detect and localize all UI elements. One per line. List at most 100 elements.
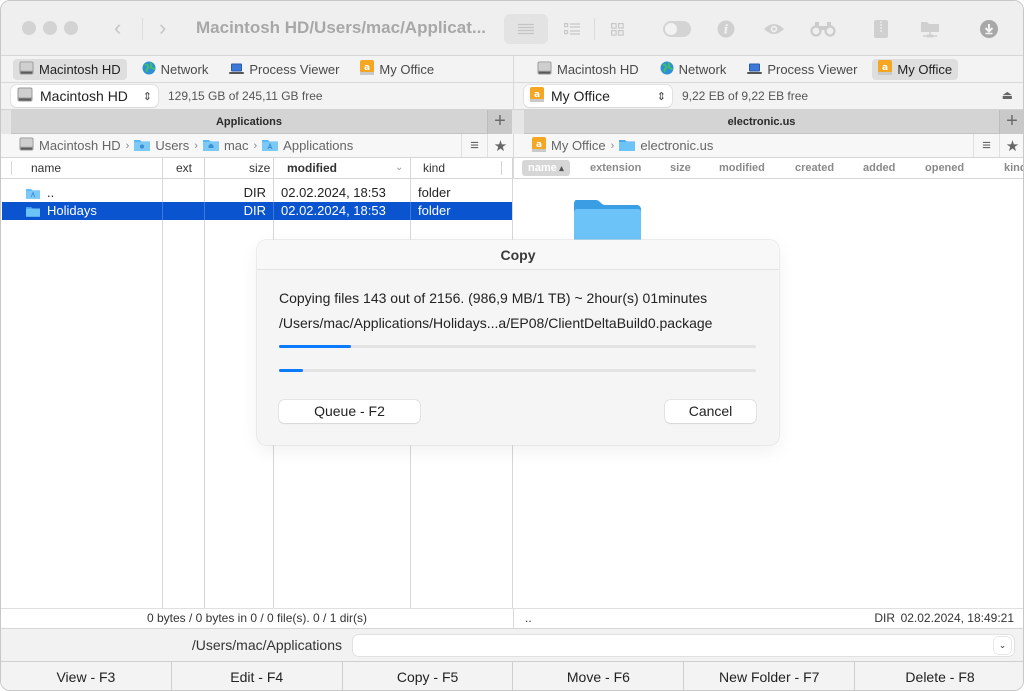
- detail-view-icon[interactable]: [550, 14, 594, 44]
- breadcrumb-label: electronic.us: [640, 138, 714, 153]
- eject-icon[interactable]: ⏏: [1002, 88, 1013, 102]
- status-modified: 02.02.2024, 18:49:21: [900, 611, 1014, 625]
- star-favorite-icon[interactable]: ★: [999, 134, 1023, 157]
- right-panel-edge: [512, 110, 524, 134]
- list-lines-icon[interactable]: ≡: [973, 134, 999, 157]
- left-status-bar: 0 bytes / 0 bytes in 0 / 0 file(s). 0 / …: [1, 608, 513, 628]
- column-header-kind[interactable]: kind: [1004, 160, 1023, 176]
- network-folder-icon[interactable]: [908, 14, 952, 44]
- forward-arrow-icon[interactable]: ›: [159, 15, 166, 41]
- column-header-modified[interactable]: modified: [287, 158, 337, 178]
- column-header-label: kind: [1004, 162, 1023, 174]
- breadcrumb-label: Macintosh HD: [39, 138, 121, 153]
- nav-divider: [142, 18, 143, 40]
- minimize-window-button[interactable]: [43, 21, 57, 35]
- right-favorite-network[interactable]: Network: [654, 59, 733, 80]
- folder-icon: [619, 138, 636, 154]
- back-arrow-icon[interactable]: ‹: [114, 15, 121, 41]
- toggle-hidden-icon[interactable]: [655, 14, 699, 44]
- right-favorites-bar: Macintosh HD Network Process Viewer a My Off…: [513, 56, 1023, 83]
- right-favorite-my-office[interactable]: a My Office: [872, 58, 959, 80]
- right-new-tab-plus-icon[interactable]: +: [999, 110, 1023, 134]
- queue-f2-button[interactable]: Queue - F2: [279, 400, 420, 423]
- breadcrumb-item[interactable]: mac: [202, 138, 249, 154]
- left-favorite-my-office[interactable]: a My Office: [354, 59, 440, 80]
- row-name: Holidays: [47, 203, 97, 218]
- titlebar: ‹ › Macintosh HD/Users/mac/Applicat... i: [1, 1, 1023, 56]
- sort-ascending-icon: ▴: [556, 163, 564, 173]
- right-path-title: electronic.us: [524, 110, 999, 134]
- left-favorite-process-viewer[interactable]: Process Viewer: [223, 59, 345, 80]
- breadcrumb-label: Applications: [283, 138, 354, 153]
- breadcrumb-item[interactable]: a My Office: [532, 136, 606, 155]
- move-f6-button[interactable]: Move - F6: [513, 662, 685, 690]
- column-header-kind[interactable]: kind: [423, 158, 445, 178]
- zoom-window-button[interactable]: [64, 21, 78, 35]
- applications-folder-icon: [262, 138, 279, 154]
- left-drive-name: Macintosh HD: [40, 88, 128, 104]
- left-favorite-network[interactable]: Network: [136, 59, 215, 80]
- chevron-updown-icon: ⇕: [142, 90, 152, 103]
- edit-f4-button[interactable]: Edit - F4: [172, 662, 343, 690]
- breadcrumb-item[interactable]: electronic.us: [619, 138, 713, 154]
- list-lines-icon[interactable]: ≡: [461, 134, 487, 157]
- favorite-label: Process Viewer: [767, 61, 858, 77]
- column-header-added[interactable]: added: [863, 160, 895, 176]
- column-header-created[interactable]: created: [795, 160, 834, 176]
- disk-icon: [17, 87, 33, 105]
- left-drive-select[interactable]: Macintosh HD ⇕: [11, 85, 158, 107]
- grid-view-icon[interactable]: [595, 14, 639, 44]
- chevron-down-icon[interactable]: ⌄: [994, 637, 1011, 654]
- column-header-size[interactable]: size: [249, 158, 270, 178]
- favorite-label: Network: [160, 61, 209, 77]
- column-header-opened[interactable]: opened: [925, 160, 964, 176]
- right-favorite-macintosh-hd[interactable]: Macintosh HD: [531, 59, 645, 80]
- left-breadcrumb-tools: ≡ ★: [461, 134, 513, 157]
- left-favorite-macintosh-hd[interactable]: Macintosh HD: [13, 58, 127, 80]
- left-new-tab-plus-icon[interactable]: +: [487, 110, 512, 134]
- column-header-name[interactable]: name ▴: [522, 160, 570, 176]
- breadcrumb-label: Users: [155, 138, 190, 153]
- new-folder-f7-button[interactable]: New Folder - F7: [684, 662, 856, 690]
- svg-text:i: i: [724, 23, 729, 37]
- status-name: ..: [525, 611, 532, 625]
- column-header-modified[interactable]: modified: [719, 160, 765, 176]
- column-divider: [11, 161, 12, 175]
- star-favorite-icon[interactable]: ★: [487, 134, 513, 157]
- column-header-ext[interactable]: ext: [176, 158, 192, 178]
- column-header-label: modified: [719, 162, 765, 174]
- breadcrumb-item[interactable]: Applications: [262, 138, 353, 154]
- table-row[interactable]: .. DIR 02.02.2024, 18:53 folder: [2, 184, 512, 202]
- delete-f8-button[interactable]: Delete - F8: [855, 662, 1023, 690]
- view-f3-button[interactable]: View - F3: [1, 662, 172, 690]
- amazon-drive-icon: a: [878, 60, 893, 78]
- copy-progress-text: Copying files 143 out of 2156. (986,9 MB…: [279, 290, 708, 306]
- download-icon[interactable]: [967, 14, 1011, 44]
- breadcrumb-item[interactable]: Users: [134, 138, 189, 154]
- svg-text:a: a: [364, 63, 370, 73]
- globe-icon: [142, 61, 156, 78]
- column-header-extension[interactable]: extension: [590, 160, 641, 176]
- breadcrumb-item[interactable]: Macintosh HD: [19, 137, 121, 154]
- column-header-size[interactable]: size: [670, 160, 691, 176]
- info-icon[interactable]: i: [704, 14, 748, 44]
- column-header-label: created: [795, 162, 835, 174]
- table-row[interactable]: Holidays DIR 02.02.2024, 18:53 folder: [2, 202, 512, 220]
- favorite-label: My Office: [379, 61, 435, 77]
- preview-eye-icon[interactable]: [752, 14, 796, 44]
- list-view-icon[interactable]: [504, 14, 548, 44]
- archive-icon[interactable]: [859, 14, 903, 44]
- copy-f5-button[interactable]: Copy - F5: [343, 662, 514, 690]
- disk-icon: [537, 60, 552, 78]
- binoculars-search-icon[interactable]: [801, 14, 845, 44]
- right-drive-select[interactable]: a My Office ⇕: [524, 85, 672, 107]
- column-header-name[interactable]: name: [31, 158, 61, 178]
- cancel-button[interactable]: Cancel: [665, 400, 756, 423]
- folder-icon[interactable]: [574, 200, 641, 245]
- close-window-button[interactable]: [22, 21, 36, 35]
- command-input[interactable]: ⌄: [353, 635, 1014, 656]
- function-key-bar: View - F3 Edit - F4 Copy - F5 Move - F6 …: [1, 661, 1023, 690]
- right-favorite-process-viewer[interactable]: Process Viewer: [741, 59, 863, 80]
- svg-text:a: a: [536, 140, 542, 150]
- total-progress-bar: [279, 369, 756, 372]
